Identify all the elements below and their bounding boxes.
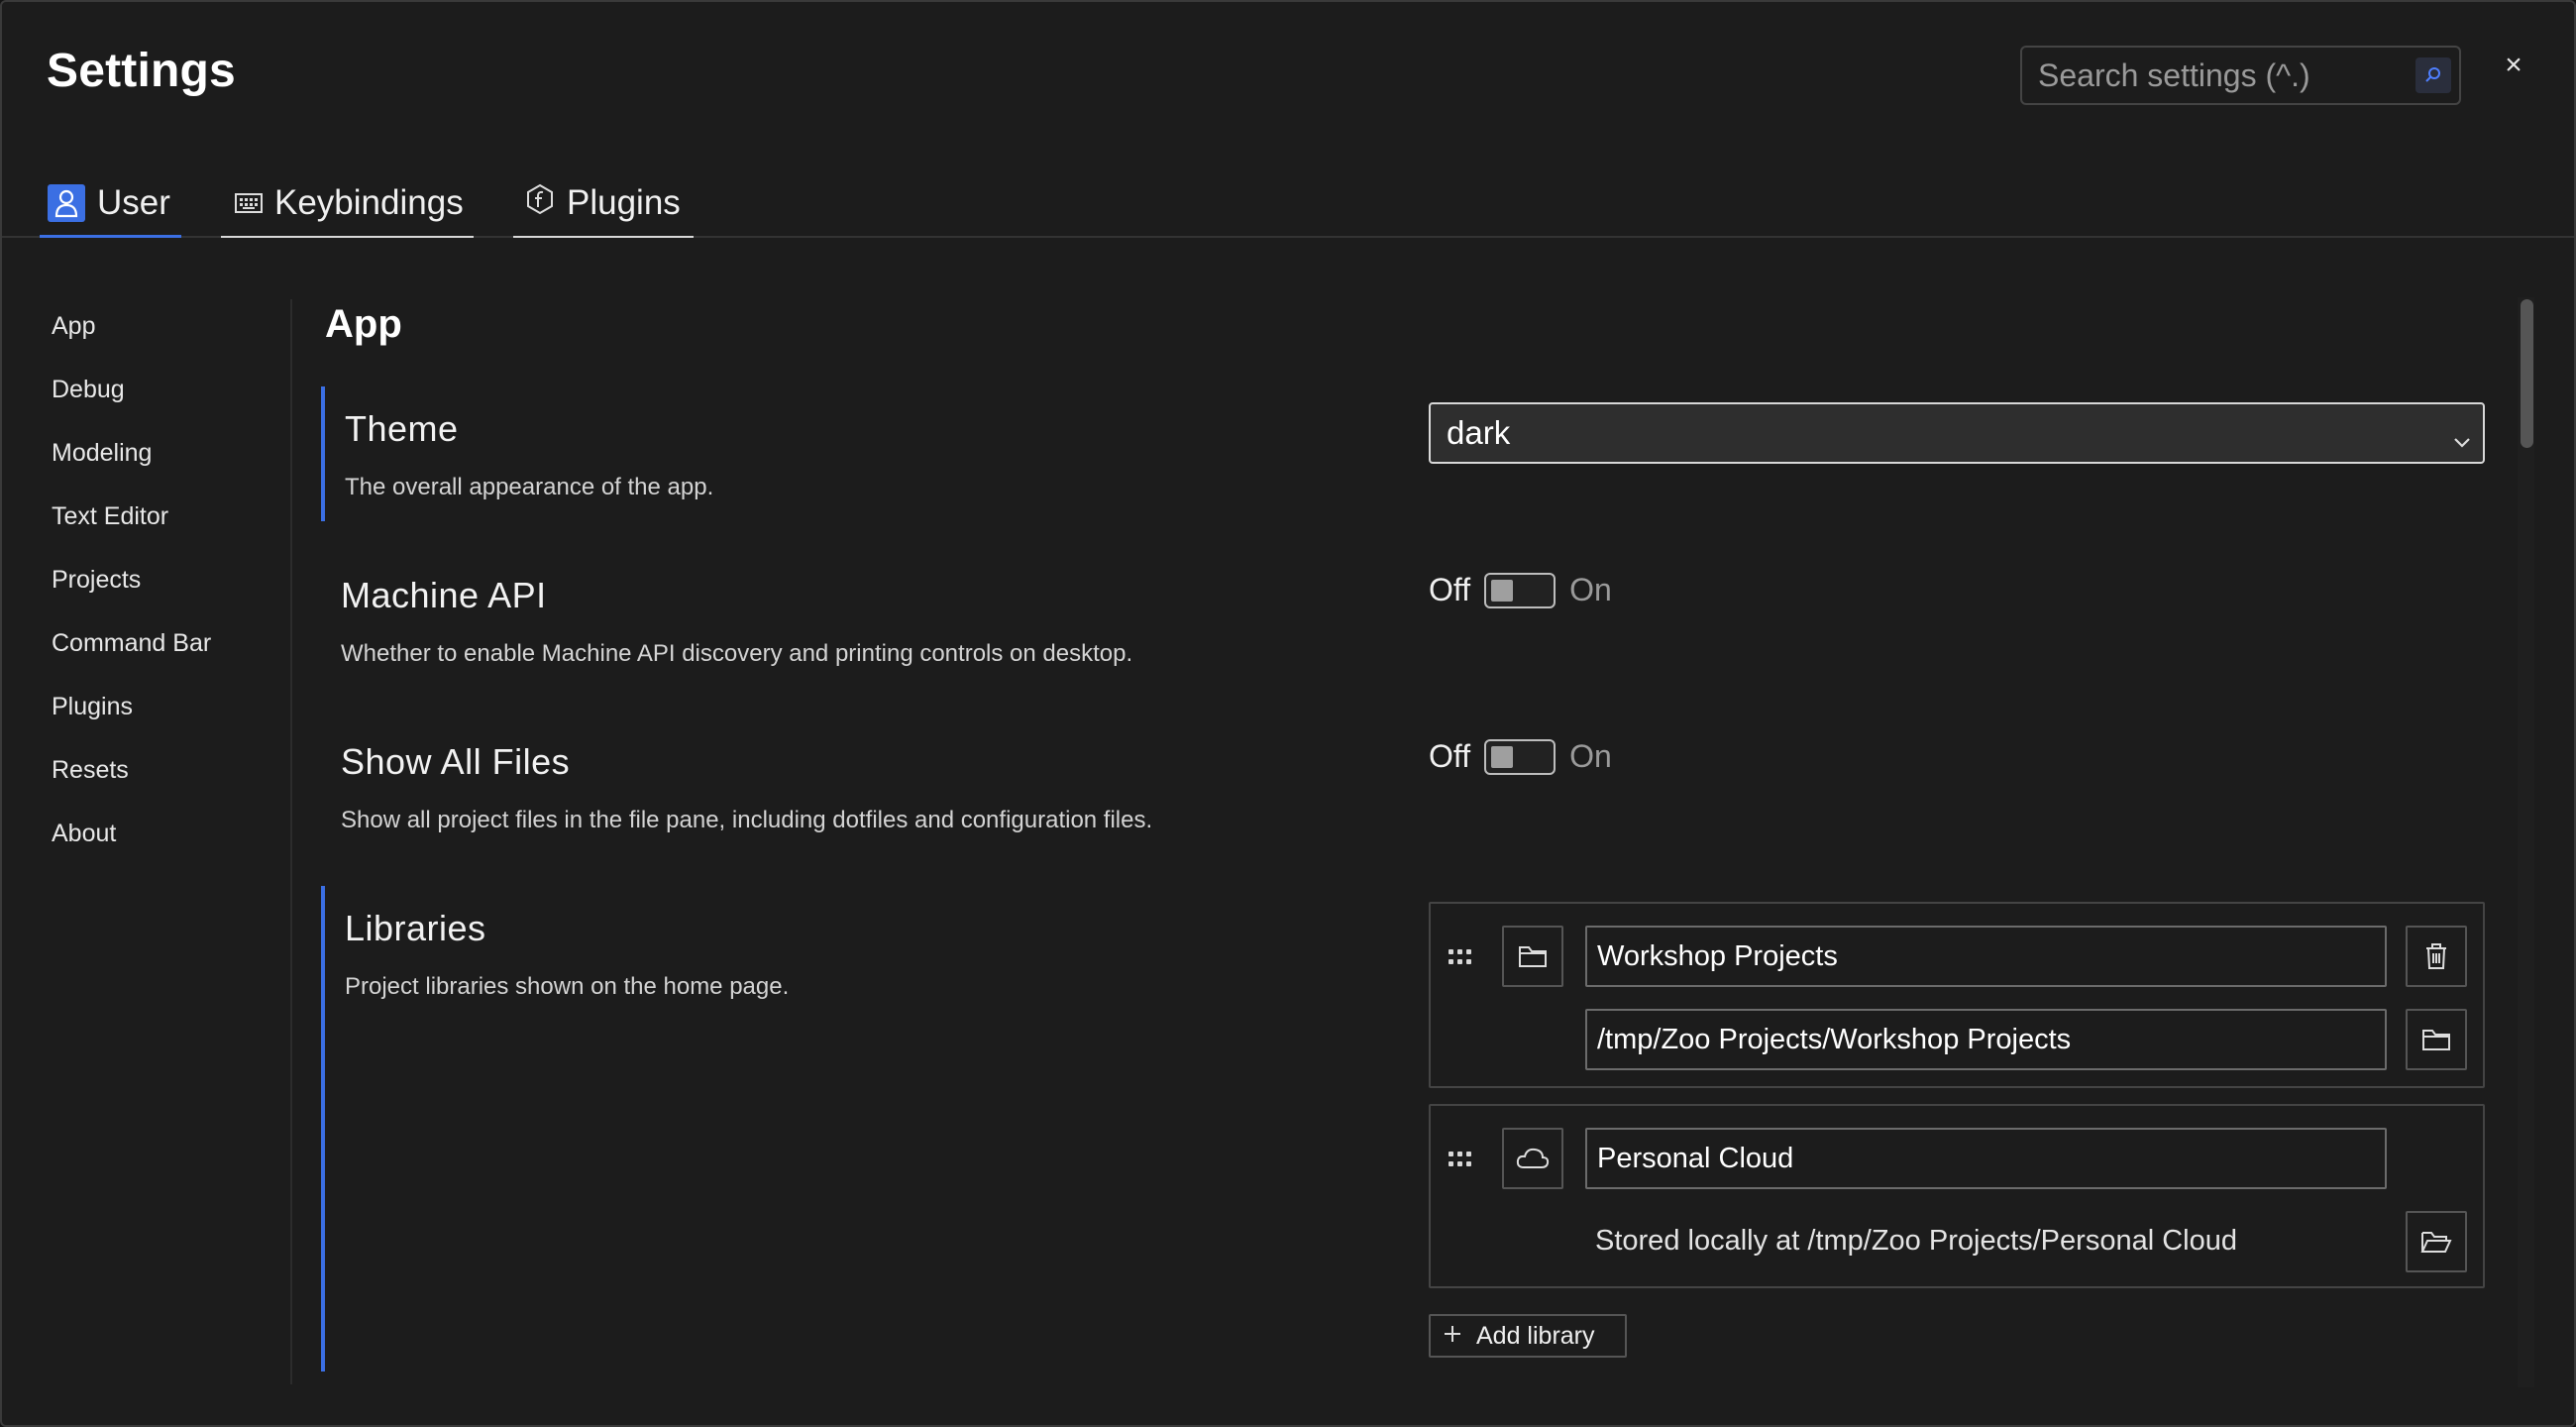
library-path-field[interactable]: /tmp/Zoo Projects/Workshop Projects <box>1585 1009 2387 1070</box>
folder-icon <box>2422 1030 2450 1050</box>
setting-name: Show All Files <box>341 741 571 782</box>
library-name-field[interactable]: Workshop Projects <box>1585 926 2387 987</box>
section-title: App <box>325 302 402 346</box>
tab-plugins[interactable]: Plugins <box>513 170 694 238</box>
setting-name: Machine API <box>341 575 547 615</box>
search-box[interactable] <box>2020 46 2461 105</box>
delete-button[interactable] <box>2406 926 2467 987</box>
sidebar-item-modeling[interactable]: Modeling <box>52 426 211 490</box>
add-library-button[interactable]: Add library <box>1429 1314 1627 1358</box>
sidebar-item-resets[interactable]: Resets <box>52 743 211 807</box>
search-input[interactable] <box>2038 48 2395 103</box>
setting-description: Project libraries shown on the home page… <box>345 973 790 1000</box>
setting-description: Whether to enable Machine API discovery … <box>341 640 1133 667</box>
trash-icon <box>2426 943 2446 969</box>
search-icon[interactable] <box>2415 57 2451 93</box>
page-title: Settings <box>47 45 236 97</box>
folder-open-icon <box>2420 1232 2452 1253</box>
theme-select[interactable]: dark <box>1429 402 2485 464</box>
tab-label: Plugins <box>567 183 681 222</box>
drag-handle-icon[interactable] <box>1449 949 1474 965</box>
sidebar-divider <box>290 299 292 1384</box>
library-item: Personal Cloud Stored locally at /tmp/Zo… <box>1429 1104 2485 1288</box>
tab-user[interactable]: User <box>40 170 181 238</box>
close-button[interactable]: × <box>2499 48 2528 83</box>
plugin-icon <box>525 183 555 224</box>
settings-dialog: Settings × User Keybindings Plugins <box>0 0 2576 1427</box>
folder-icon[interactable] <box>1502 926 1563 987</box>
tab-label: Keybindings <box>274 183 464 222</box>
settings-sidebar: App Debug Modeling Text Editor Projects … <box>52 299 211 870</box>
setting-show-all-files: Show All Files Show all project files in… <box>321 719 1411 848</box>
theme-select-value: dark <box>1447 414 1511 451</box>
open-folder-button[interactable] <box>2406 1211 2467 1272</box>
setting-name: Libraries <box>345 908 486 948</box>
plus-icon <box>1443 1322 1462 1351</box>
user-icon <box>48 183 85 222</box>
show-all-files-toggle-row: Off On <box>1429 738 1612 775</box>
library-storage-text: Stored locally at /tmp/Zoo Projects/Pers… <box>1595 1225 2237 1257</box>
sidebar-item-command-bar[interactable]: Command Bar <box>52 616 211 680</box>
setting-name: Theme <box>345 408 459 449</box>
setting-description: Show all project files in the file pane,… <box>341 807 1153 833</box>
tab-label: User <box>97 182 170 222</box>
scrollbar-thumb[interactable] <box>2521 299 2533 448</box>
sidebar-item-projects[interactable]: Projects <box>52 553 211 616</box>
setting-machine-api: Machine API Whether to enable Machine AP… <box>321 553 1312 682</box>
toggle-off-label: Off <box>1429 738 1471 774</box>
setting-theme: Theme The overall appearance of the app. <box>321 386 1015 521</box>
sidebar-item-about[interactable]: About <box>52 807 211 870</box>
sidebar-item-app[interactable]: App <box>52 299 211 363</box>
drag-handle-icon[interactable] <box>1449 1152 1474 1167</box>
tab-bar: User Keybindings Plugins <box>2 170 2574 238</box>
toggle-on-label: On <box>1569 572 1612 607</box>
sidebar-item-plugins[interactable]: Plugins <box>52 680 211 743</box>
sidebar-item-debug[interactable]: Debug <box>52 363 211 426</box>
toggle-on-label: On <box>1569 738 1612 774</box>
keyboard-icon <box>235 183 263 223</box>
setting-description: The overall appearance of the app. <box>345 474 714 500</box>
show-all-files-toggle[interactable] <box>1484 738 1556 775</box>
machine-api-toggle[interactable] <box>1484 572 1556 608</box>
toggle-off-label: Off <box>1429 572 1471 607</box>
add-library-label: Add library <box>1476 1321 1595 1350</box>
chevron-down-icon <box>2451 418 2473 476</box>
machine-api-toggle-row: Off On <box>1429 572 1612 608</box>
library-name-field[interactable]: Personal Cloud <box>1585 1128 2387 1189</box>
toggle-knob <box>1491 745 1514 768</box>
cloud-icon[interactable] <box>1502 1128 1563 1189</box>
toggle-knob <box>1491 579 1514 602</box>
sidebar-item-text-editor[interactable]: Text Editor <box>52 490 211 553</box>
tab-keybindings[interactable]: Keybindings <box>221 170 474 238</box>
setting-libraries: Libraries Project libraries shown on the… <box>321 886 1015 1372</box>
browse-folder-button[interactable] <box>2406 1009 2467 1070</box>
library-item: Workshop Projects /tmp/Zoo Projects/Work… <box>1429 902 2485 1088</box>
scrollbar[interactable] <box>2518 297 2534 1387</box>
